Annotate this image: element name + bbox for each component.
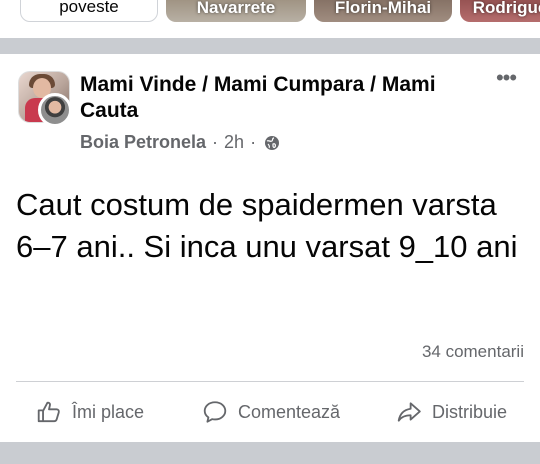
post-body-text: Caut costum de spaidermen varsta 6–7 ani… (16, 187, 518, 264)
feed-separator (0, 38, 540, 54)
meta-separator: · (250, 132, 257, 152)
like-label: Îmi place (72, 401, 145, 422)
comment-bubble-icon (203, 401, 227, 423)
post-action-bar: Îmi place Comentează Distribuie (0, 388, 540, 436)
share-button[interactable]: Distribuie (396, 394, 507, 430)
author-name-link[interactable]: Boia Petronela (80, 132, 206, 153)
feed-separator (0, 442, 540, 464)
thumbs-up-icon (37, 401, 60, 423)
stories-tray: poveste Navarrete Florin-Mihai Rodrigue (0, 0, 540, 38)
more-options-icon[interactable]: ••• (492, 67, 520, 89)
comments-count-link[interactable]: 34 comentarii (422, 342, 524, 362)
story-card[interactable]: Rodrigue (460, 0, 540, 22)
story-label: poveste (59, 0, 119, 16)
comment-button[interactable]: Comentează (202, 394, 340, 430)
author-avatar[interactable] (38, 93, 72, 127)
story-card[interactable]: Florin-Mihai (314, 0, 452, 22)
story-label: Florin-Mihai (334, 0, 432, 17)
group-name-link[interactable]: Mami Vinde / Mami Cumpara / Mami Cauta (80, 72, 480, 124)
globe-icon (264, 135, 280, 151)
post-timestamp[interactable]: 2h (224, 132, 244, 153)
group-avatar[interactable] (18, 71, 72, 127)
story-label: Navarrete (196, 0, 276, 17)
meta-separator: · (212, 132, 219, 152)
share-arrow-icon (397, 402, 421, 422)
post-divider (16, 381, 524, 382)
like-button[interactable]: Îmi place (36, 394, 144, 430)
comment-label: Comentează (238, 401, 341, 422)
feed-post: Mami Vinde / Mami Cumpara / Mami Cauta B… (0, 54, 540, 442)
share-label: Distribuie (432, 401, 508, 422)
post-meta: Boia Petronela · 2h · (80, 132, 280, 153)
story-card-create[interactable]: poveste (20, 0, 158, 22)
story-card[interactable]: Navarrete (166, 0, 306, 22)
story-label: Rodrigue (472, 0, 540, 17)
